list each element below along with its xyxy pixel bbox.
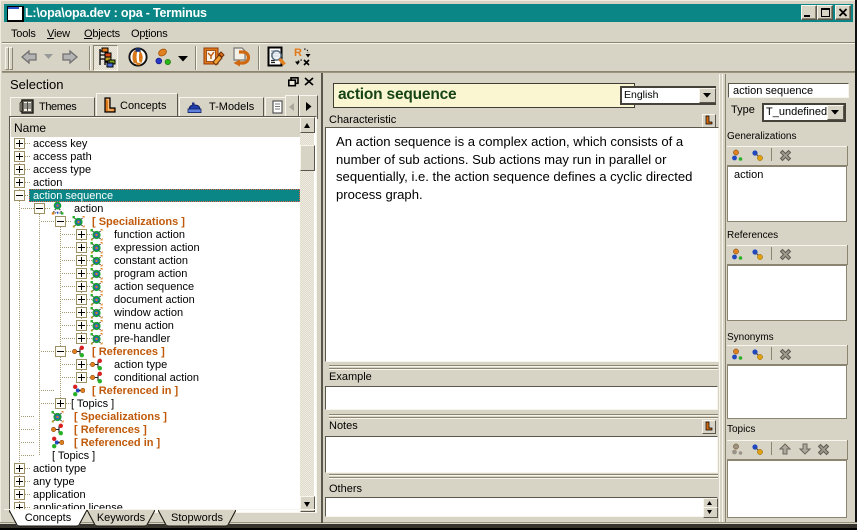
svg-text:R: R <box>294 47 302 59</box>
